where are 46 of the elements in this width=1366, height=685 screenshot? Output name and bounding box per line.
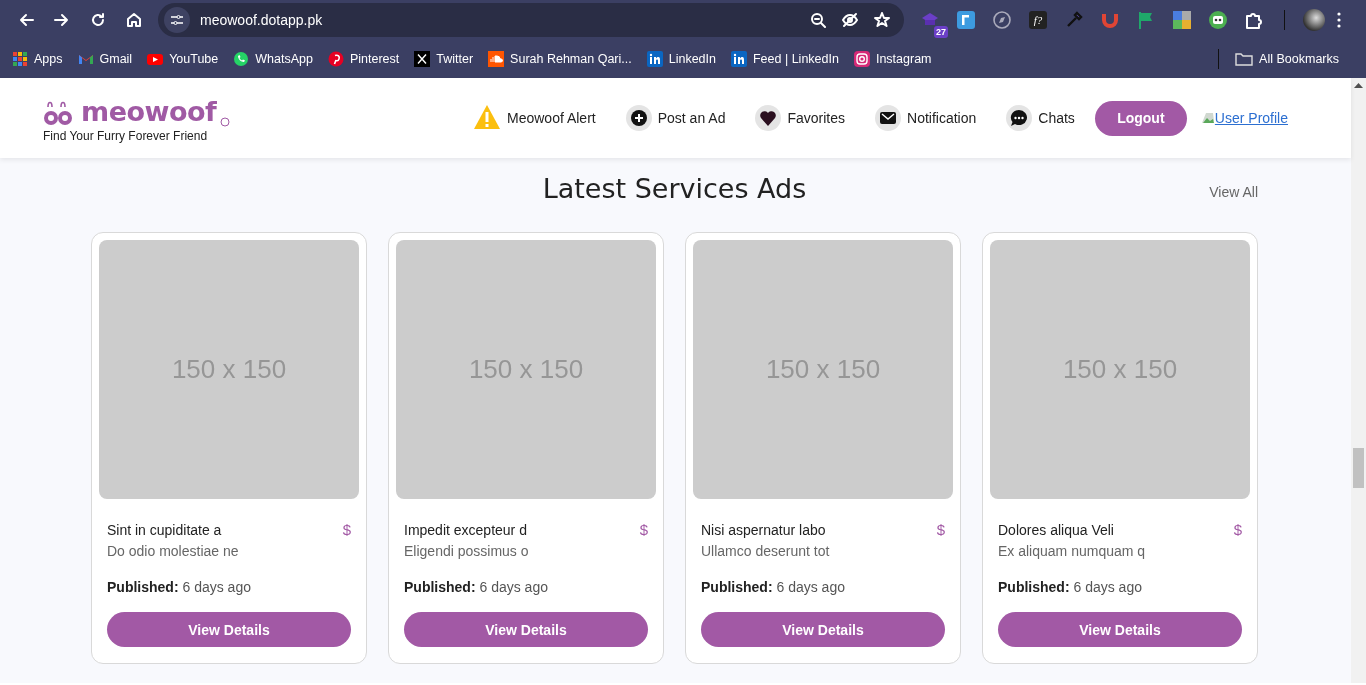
ad-title: Dolores aliqua Veli bbox=[998, 521, 1114, 538]
nav-link[interactable]: Post an Ad bbox=[625, 105, 726, 131]
ad-title: Impedit excepteur d bbox=[404, 521, 527, 538]
section-title: Latest Services Ads bbox=[542, 172, 807, 204]
ad-description: Do odio molestiae ne bbox=[107, 543, 240, 559]
nav-link[interactable]: Favorites bbox=[755, 105, 845, 131]
nav-link[interactable]: Meowoof Alert bbox=[473, 104, 596, 132]
user-profile-link[interactable]: User Profile bbox=[1214, 110, 1288, 126]
published-date: Published: 6 days ago bbox=[107, 579, 252, 595]
ad-description: Ex aliquam numquam q bbox=[998, 543, 1147, 559]
price-symbol: $ bbox=[342, 521, 351, 538]
bookmark[interactable]: Apps bbox=[12, 51, 63, 67]
published-date: Published: 6 days ago bbox=[998, 579, 1143, 595]
bookmark[interactable]: Instagram bbox=[853, 51, 932, 67]
view-details-button[interactable]: View Details bbox=[404, 612, 648, 647]
bookmark[interactable]: YouTube bbox=[147, 51, 219, 67]
price-symbol: $ bbox=[936, 521, 945, 538]
ad-description: Ullamco deserunt tot bbox=[701, 543, 831, 559]
view-details-button[interactable]: View Details bbox=[107, 612, 351, 647]
published-date: Published: 6 days ago bbox=[701, 579, 846, 595]
price-symbol: $ bbox=[1233, 521, 1242, 538]
logo-text[interactable]: meowoof bbox=[81, 97, 217, 127]
view-details-button[interactable]: View Details bbox=[701, 612, 945, 647]
bookmark[interactable]: LinkedIn bbox=[646, 51, 716, 67]
bookmark-folder[interactable]: All Bookmarks bbox=[1235, 51, 1339, 67]
logout-button[interactable]: Logout bbox=[1094, 100, 1187, 136]
bookmark[interactable]: Gmail bbox=[77, 51, 133, 67]
extension-badge: 27 bbox=[934, 26, 948, 38]
address-bar[interactable]: meowoof.dotapp.pk bbox=[158, 3, 904, 37]
view-details-button[interactable]: View Details bbox=[998, 612, 1242, 647]
ad-title: Sint in cupiditate a bbox=[107, 521, 222, 538]
ad-description: Eligendi possimus o bbox=[404, 543, 530, 559]
price-symbol: $ bbox=[639, 521, 648, 538]
bookmark[interactable]: Twitter bbox=[414, 51, 474, 67]
bookmark[interactable]: WhatsApp bbox=[233, 51, 313, 67]
bookmark[interactable]: Pinterest bbox=[327, 51, 400, 67]
bookmark[interactable]: Surah Rehman Qari... bbox=[488, 51, 632, 67]
bookmark[interactable]: Feed | LinkedIn bbox=[730, 51, 839, 67]
published-date: Published: 6 days ago bbox=[404, 579, 549, 595]
ad-title: Nisi aspernatur labo bbox=[701, 521, 826, 538]
view-all-link[interactable]: View All bbox=[1209, 184, 1258, 200]
formula-icon[interactable]: f? bbox=[1029, 11, 1047, 29]
nav-link[interactable]: Chats bbox=[1006, 105, 1075, 131]
url-text[interactable]: meowoof.dotapp.pk bbox=[200, 12, 802, 28]
nav-link[interactable]: Notification bbox=[875, 105, 977, 131]
logo-tagline: Find Your Furry Forever Friend bbox=[43, 129, 209, 143]
